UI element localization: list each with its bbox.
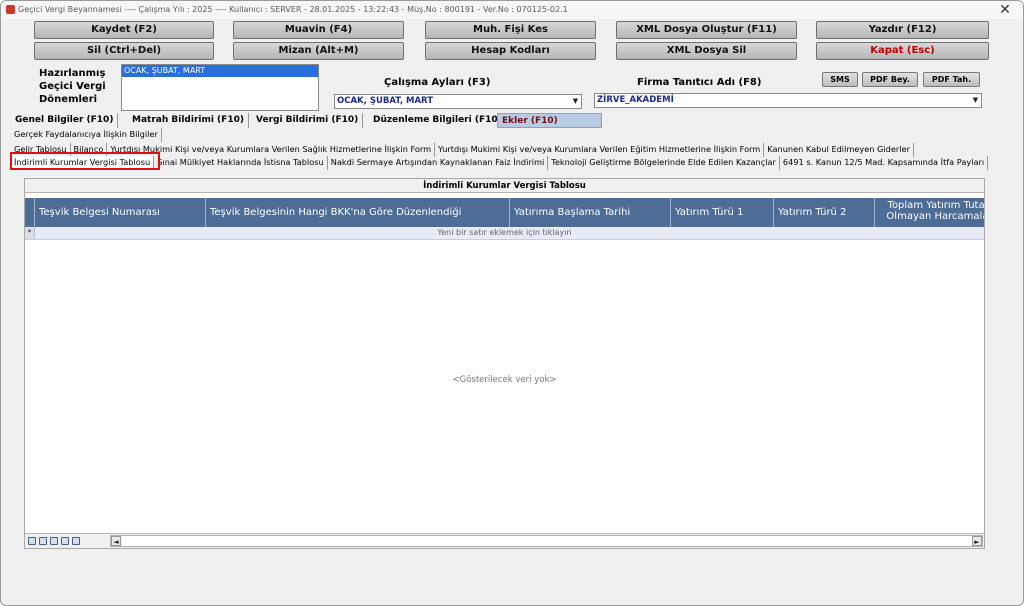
scroll-left-icon[interactable]: ◄ <box>111 536 121 546</box>
column-header[interactable]: Teşvik Belgesi Numarası <box>35 198 206 227</box>
firm-value: ZİRVE_AKADEMİ <box>597 95 674 105</box>
tab-cash-capital-interest[interactable]: Nakdi Sermaye Artışından Kaynaklanan Fai… <box>328 156 549 170</box>
close-icon[interactable]: ✕ <box>995 1 1015 19</box>
tab-technology-zone[interactable]: Teknoloji Geliştirme Bölgelerinde Elde E… <box>548 156 780 170</box>
pdf-declaration-button[interactable]: PDF Bey. <box>862 72 918 87</box>
delete-button[interactable]: Sil (Ctrl+Del) <box>34 42 214 60</box>
row-indicator-header <box>25 198 35 227</box>
tab-beneficial-owner[interactable]: Gerçek Faydalanıcıya İlişkin Bilgiler <box>11 128 162 142</box>
column-header[interactable]: Yatırıma Başlama Tarihi <box>510 198 671 227</box>
new-row[interactable]: * Yeni bir satır eklemek için tıklayın <box>25 227 984 240</box>
new-row-marker: * <box>25 227 35 239</box>
app-window: Geçici Vergi Beyannamesi ---- Çalışma Yı… <box>0 0 1024 606</box>
journal-entry-button[interactable]: Muh. Fişi Kes <box>425 21 596 39</box>
xml-delete-button[interactable]: XML Dosya Sil <box>616 42 797 60</box>
new-row-hint: Yeni bir satır eklemek için tıklayın <box>437 228 572 237</box>
column-header[interactable]: Yatırım Türü 1 <box>671 198 774 227</box>
work-months-label: Çalışma Ayları (F3) <box>384 77 491 88</box>
tab-arrangement-info[interactable]: Düzenleme Bilgileri (F10) <box>369 113 506 128</box>
periods-label-line3: Dönemleri <box>39 94 98 105</box>
firm-select[interactable]: ZİRVE_AKADEMİ ▼ <box>594 93 982 108</box>
column-header[interactable]: Yatırım Türü 2 <box>774 198 875 227</box>
periods-list-item[interactable]: OCAK, ŞUBAT, MART <box>122 65 318 77</box>
find-icon[interactable] <box>50 537 58 545</box>
work-months-value: OCAK, ŞUBAT, MART <box>337 96 434 106</box>
tab-6491-amortization[interactable]: 6491 s. Kanun 12/5 Mad. Kapsamında İtfa … <box>780 156 989 170</box>
xml-create-button[interactable]: XML Dosya Oluştur (F11) <box>616 21 797 39</box>
mizan-button[interactable]: Mizan (Alt+M) <box>233 42 404 60</box>
grid-status-bar: ◄ ► <box>25 533 984 548</box>
close-button[interactable]: Kapat (Esc) <box>816 42 989 60</box>
periods-listbox[interactable]: OCAK, ŞUBAT, MART <box>121 64 319 111</box>
print-button[interactable]: Yazdır (F12) <box>816 21 989 39</box>
sms-button[interactable]: SMS <box>822 72 858 87</box>
print-icon[interactable] <box>72 537 80 545</box>
chevron-down-icon[interactable]: ▼ <box>570 95 581 108</box>
column-header[interactable]: Toplam Yatırım Tutarı Olmayan Harcamalar <box>875 198 984 227</box>
title-bar: Geçici Vergi Beyannamesi ---- Çalışma Yı… <box>1 1 1023 19</box>
tab-attachments[interactable]: Ekler (F10) <box>497 113 602 128</box>
view-icon[interactable] <box>39 537 47 545</box>
work-months-select[interactable]: OCAK, ŞUBAT, MART ▼ <box>334 94 582 109</box>
periods-label-line2: Geçici Vergi <box>39 81 106 92</box>
window-title: Geçici Vergi Beyannamesi ---- Çalışma Yı… <box>18 5 568 14</box>
column-header-line: Olmayan Harcamalar <box>886 211 984 222</box>
column-header[interactable]: Teşvik Belgesinin Hangi BKK'na Göre Düze… <box>206 198 510 227</box>
highlight-annotation <box>10 152 160 170</box>
table-panel: İndirimli Kurumlar Vergisi Tablosu Teşvi… <box>24 178 985 549</box>
tab-general-info[interactable]: Genel Bilgiler (F10) <box>11 113 119 128</box>
scroll-thumb[interactable] <box>122 536 972 546</box>
empty-state-text: <Gösterilecek veri yok> <box>452 375 557 385</box>
account-codes-button[interactable]: Hesap Kodları <box>425 42 596 60</box>
tab-tax-declaration[interactable]: Vergi Bildirimi (F10) <box>252 113 364 128</box>
tab-matrah[interactable]: Matrah Bildirimi (F10) <box>128 113 249 128</box>
column-header-line: Toplam Yatırım Tutarı <box>887 200 984 211</box>
save-button[interactable]: Kaydet (F2) <box>34 21 214 39</box>
firm-label: Firma Tanıtıcı Adı (F8) <box>637 77 762 88</box>
tab-non-deductible-expenses[interactable]: Kanunen Kabul Edilmeyen Giderler <box>764 143 914 157</box>
scroll-right-icon[interactable]: ► <box>972 536 982 546</box>
tab-industrial-property[interactable]: Sınai Mülkiyet Haklarında İstisna Tablos… <box>154 156 328 170</box>
app-icon <box>6 5 15 14</box>
save-icon[interactable] <box>28 537 36 545</box>
sub-tabs-row-1: Gerçek Faydalanıcıya İlişkin Bilgiler <box>11 128 162 142</box>
table-title: İndirimli Kurumlar Vergisi Tablosu <box>25 179 984 193</box>
horizontal-scrollbar[interactable]: ◄ ► <box>110 535 983 547</box>
chevron-down-icon[interactable]: ▼ <box>970 94 981 107</box>
periods-label-line1: Hazırlanmış <box>39 68 106 79</box>
muavin-button[interactable]: Muavin (F4) <box>233 21 404 39</box>
grid-header: Teşvik Belgesi Numarası Teşvik Belgesini… <box>25 198 984 227</box>
tab-education-services-form[interactable]: Yurtdışı Mukimi Kişi ve/veya Kurumlara V… <box>435 143 765 157</box>
export-icon[interactable] <box>61 537 69 545</box>
pdf-accrual-button[interactable]: PDF Tah. <box>923 72 980 87</box>
